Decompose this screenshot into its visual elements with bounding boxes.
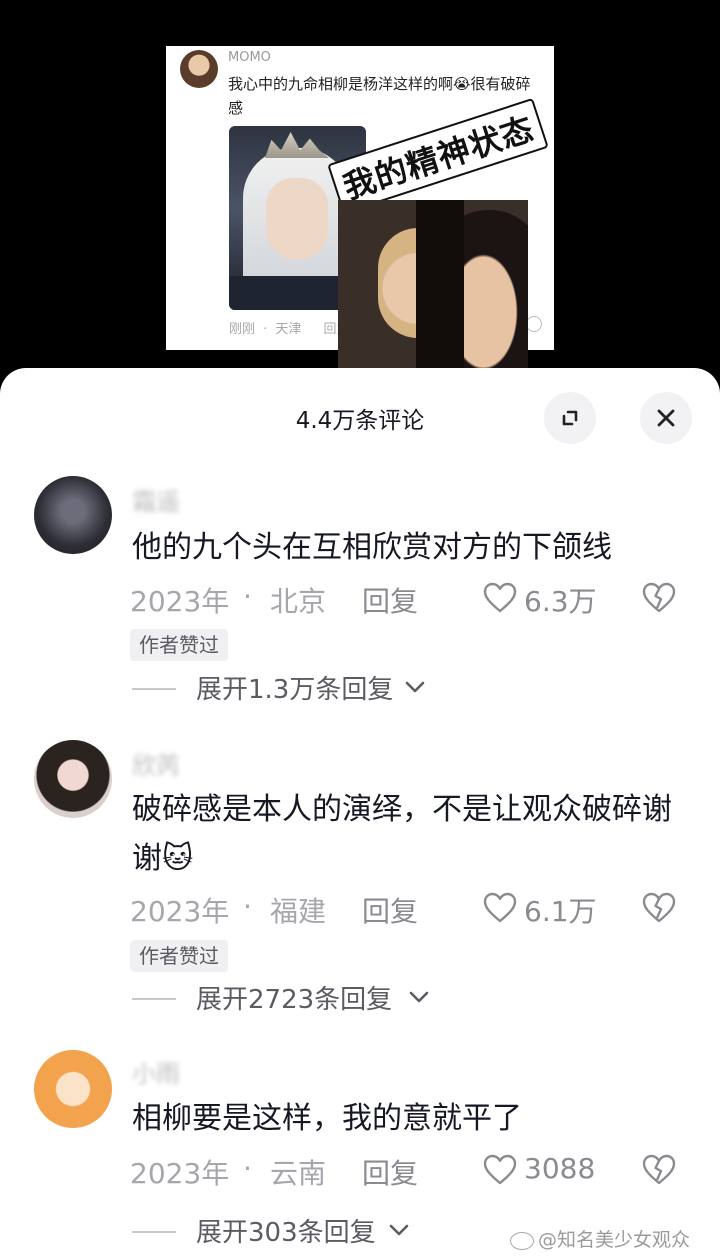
author-liked-badge: 作者赞过: [130, 940, 228, 972]
comment-meta: 2023年 · 福建 回复 6.1万: [0, 890, 720, 930]
screenshot-username: MOMO: [228, 50, 271, 65]
comment-text: 他的九个头在互相欣赏对方的下颌线: [132, 530, 612, 565]
comment-location: 北京: [270, 585, 327, 618]
comment-date: 2023年: [130, 895, 230, 928]
fullscreen-comments-button[interactable]: [544, 392, 596, 444]
reply-button[interactable]: 回复: [362, 890, 418, 930]
screenshot-avatar: [180, 50, 218, 88]
weibo-icon: [510, 1231, 534, 1250]
chevron-down-icon: [409, 991, 429, 1003]
broken-heart-icon[interactable]: [642, 582, 676, 614]
comment-location: 福建: [270, 895, 327, 928]
comment-location: 云南: [270, 1157, 327, 1190]
author-liked-badge: 作者赞过: [130, 629, 228, 661]
broken-heart-icon[interactable]: [642, 1154, 676, 1186]
reply-button[interactable]: 回复: [362, 580, 418, 620]
video-player[interactable]: MOMO 我心中的九命相柳是杨洋这样的啊😭很有破碎感 刚刚 · 天津 回复 我的…: [0, 0, 720, 380]
screenshot-heart-icon: [526, 316, 542, 332]
comment-text: 相柳要是这样，我的意就平了: [132, 1101, 522, 1136]
broken-heart-icon[interactable]: [642, 892, 676, 924]
heart-icon[interactable]: [483, 582, 517, 614]
avatar[interactable]: [34, 740, 112, 818]
comment-count-title: 4.4万条评论: [295, 408, 425, 434]
like-count: 3088: [524, 1152, 596, 1185]
reply-button[interactable]: 回复: [362, 1152, 418, 1192]
username[interactable]: 欣芮: [132, 746, 180, 781]
reaction-video-overlay: [338, 200, 528, 372]
screenshot-meta: 刚刚 · 天津 回复: [229, 322, 350, 337]
username[interactable]: 小雨: [132, 1054, 180, 1089]
weibo-watermark: @知名美少女观众: [510, 1225, 690, 1252]
comment-date: 2023年: [130, 1157, 230, 1190]
username[interactable]: 霜遥: [132, 482, 180, 517]
heart-icon[interactable]: [483, 892, 517, 924]
comment-text: 破碎感是本人的演绎，不是让观众破碎谢谢🐱: [132, 792, 672, 876]
close-icon: [657, 409, 675, 427]
avatar[interactable]: [34, 1050, 112, 1128]
separator-dot: ·: [243, 890, 252, 923]
chevron-down-icon: [405, 681, 425, 693]
separator-dot: ·: [243, 1152, 252, 1185]
avatar[interactable]: [34, 476, 112, 554]
close-comments-button[interactable]: [640, 392, 692, 444]
expand-icon: [562, 410, 578, 426]
heart-icon[interactable]: [483, 1154, 517, 1186]
like-count: 6.1万: [524, 895, 597, 928]
separator-dot: ·: [243, 580, 252, 613]
comment-meta: 2023年 · 北京 回复 6.3万: [0, 580, 720, 620]
chevron-down-icon: [389, 1224, 409, 1236]
like-count: 6.3万: [524, 585, 597, 618]
comment-meta: 2023年 · 云南 回复 3088: [0, 1152, 720, 1192]
comment-date: 2023年: [130, 585, 230, 618]
comment-sheet: 4.4万条评论 霜遥 他的九个头在互相欣赏对方的下颌线 2023年 · 北京 回…: [0, 368, 720, 1256]
